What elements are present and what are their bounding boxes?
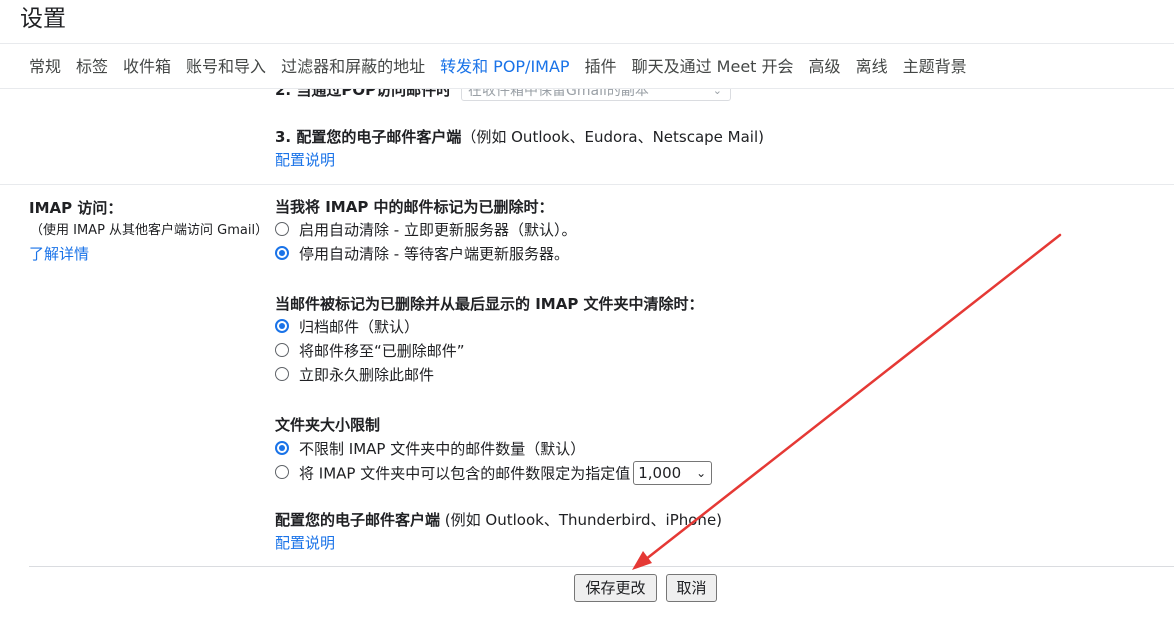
annotation-arrow-shaft [639,233,1062,565]
annotation-arrow-head [632,551,652,570]
annotation-arrow [632,233,1062,570]
